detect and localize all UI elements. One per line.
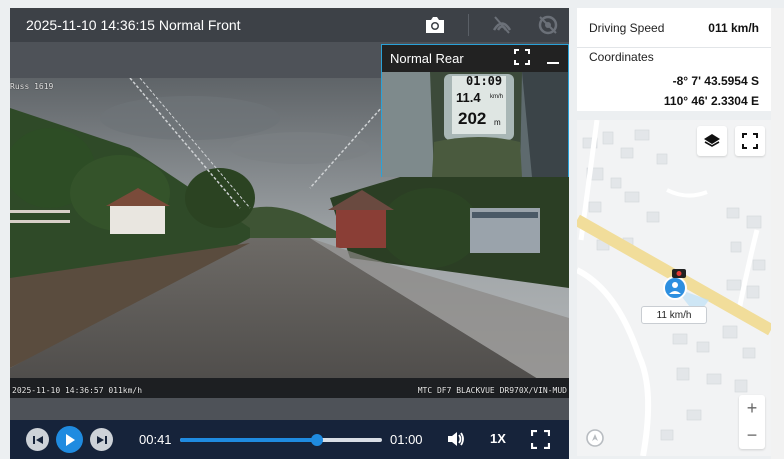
rear-camera-controls <box>514 49 560 70</box>
rear-camera-title: Normal Rear <box>390 51 464 66</box>
video-panel: 2025-11-10 14:36:15 Normal Front Russ 16… <box>10 8 569 459</box>
no-signal-icon[interactable] <box>489 12 515 38</box>
minimize-icon[interactable] <box>546 49 560 70</box>
map-speed-tag: 11 km/h <box>641 306 707 324</box>
rear-camera-view: 01:09 11.4 km/h 202 m <box>382 72 568 177</box>
layers-icon <box>704 134 720 147</box>
progress-bar[interactable] <box>180 434 382 446</box>
fullscreen-icon[interactable] <box>514 49 530 70</box>
play-icon <box>65 433 75 446</box>
gps-distance: 202 <box>458 109 487 128</box>
player-controls: 00:41 01:00 1X <box>10 420 569 459</box>
play-button[interactable] <box>56 426 83 453</box>
next-button[interactable] <box>90 428 113 451</box>
zoom-out-button[interactable]: − <box>739 422 765 449</box>
longitude-value: 110° 46' 2.3304 E <box>663 94 759 108</box>
video-title: 2025-11-10 14:36:15 Normal Front <box>26 17 241 33</box>
gps-speed-unit: km/h <box>490 94 504 100</box>
compass-icon[interactable] <box>585 428 605 453</box>
speed-value: 011 km/h <box>708 21 759 35</box>
toolbar-divider <box>468 14 469 36</box>
osd-device-info: MTC DF7 BLACKVUE DR970X/VIN-MUD <box>417 386 567 395</box>
skip-back-icon <box>32 435 43 444</box>
latitude-value: -8° 7' 43.5954 S <box>672 74 759 88</box>
zoom-in-button[interactable]: + <box>739 395 765 422</box>
camera-icon[interactable] <box>422 12 448 38</box>
playback-speed-button[interactable]: 1X <box>490 431 506 446</box>
video-footer-strip <box>10 398 569 420</box>
current-time: 00:41 <box>139 432 172 447</box>
page-scrollbar[interactable] <box>771 8 784 459</box>
progress-handle[interactable] <box>311 434 324 446</box>
video-toolbar <box>422 8 561 42</box>
layers-button[interactable] <box>697 126 727 156</box>
previous-button[interactable] <box>26 428 49 451</box>
speed-label: Driving Speed <box>589 21 665 35</box>
gps-time: 01:09 <box>466 74 503 88</box>
osd-top-left: Russ 1619 <box>10 82 54 91</box>
video-topbar: 2025-11-10 14:36:15 Normal Front <box>10 8 569 42</box>
gps-speed: 11.4 <box>456 90 481 105</box>
fullscreen-icon[interactable] <box>530 429 551 454</box>
coordinates-label: Coordinates <box>589 50 654 64</box>
zoom-control: + − <box>739 395 765 449</box>
osd-timestamp: 2025-11-10 14:36:57 011km/h <box>12 386 143 395</box>
rear-camera-pip[interactable]: Normal Rear 01:09 11.4 km/h 202 m <box>381 44 569 177</box>
dashcam-viewer: 2025-11-10 14:36:15 Normal Front Russ 16… <box>0 0 784 459</box>
fullscreen-icon <box>742 133 758 149</box>
driving-info-panel: Driving Speed 011 km/h Coordinates -8° 7… <box>577 8 771 111</box>
no-event-icon[interactable] <box>535 12 561 38</box>
map-fullscreen-button[interactable] <box>735 126 765 156</box>
gps-distance-unit: m <box>494 118 501 127</box>
duration: 01:00 <box>390 432 423 447</box>
skip-forward-icon <box>96 435 107 444</box>
progress-fill <box>180 438 318 442</box>
speed-row: Driving Speed 011 km/h <box>577 8 771 48</box>
volume-icon[interactable] <box>446 430 466 453</box>
map-panel[interactable]: 11 km/h + − <box>577 120 771 456</box>
